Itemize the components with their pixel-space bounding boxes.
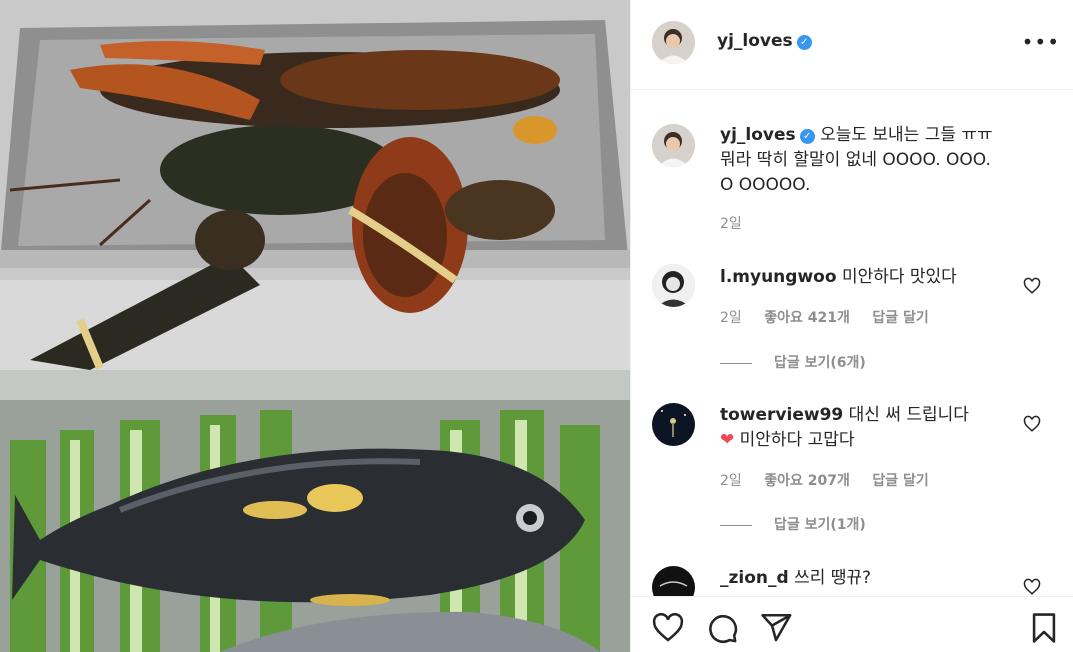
post-header: yj_loves ✓ ••• [631, 0, 1073, 90]
comment-timestamp[interactable]: 2일 [720, 310, 742, 326]
view-replies-label[interactable]: 답글 보기(6개) [774, 355, 866, 371]
comment-like-heart-icon[interactable] [1023, 578, 1041, 596]
paper-plane-icon[interactable] [759, 611, 793, 645]
comment-meta: 2일 좋아요 207개 답글 달기 [720, 470, 947, 490]
verified-badge-icon: ✓ [799, 129, 815, 144]
reply-button[interactable]: 답글 달기 [872, 310, 928, 326]
caption-timestamp[interactable]: 2일 [720, 213, 742, 233]
caption-username[interactable]: yj_loves [720, 125, 796, 145]
reply-button[interactable]: 답글 달기 [872, 473, 928, 489]
verified-badge-icon: ✓ [796, 35, 812, 50]
post-side-panel: yj_loves ✓ ••• yj_loves ✓ 오늘도 보내는 그들 ㅠㅠ 뭐라… [630, 0, 1073, 652]
red-heart-emoji-icon: ❤ [720, 430, 735, 450]
author-username[interactable]: yj_loves ✓ [717, 31, 812, 51]
replies-divider [720, 362, 752, 364]
post-action-bar [631, 596, 1073, 652]
comment-text: towerview99 대신 써 드립니다 ❤ 미안하다 고맙다 [720, 403, 1020, 453]
comment-body: 쓰리 땡뀨? [794, 568, 872, 588]
comment-text: _zion_d 쓰리 땡뀨? [720, 566, 1020, 591]
view-replies-button[interactable]: 답글 보기(1개) [720, 514, 866, 534]
comment-username[interactable]: _zion_d [720, 568, 789, 588]
view-replies-button[interactable]: 답글 보기(6개) [720, 352, 866, 372]
comment-timestamp[interactable]: 2일 [720, 473, 742, 489]
comment-body: 대신 써 드립니다 [848, 405, 969, 425]
comment-like-heart-icon[interactable] [1023, 415, 1041, 433]
caption-line-2: 뭐라 딱히 할말이 없네 OOOO. OOO. [720, 150, 991, 170]
comment-username[interactable]: l.myungwoo [720, 267, 837, 287]
comment-likes-count[interactable]: 좋아요 207개 [764, 473, 850, 489]
commenter-avatar[interactable] [652, 264, 695, 307]
comment-like-heart-icon[interactable] [1023, 277, 1041, 295]
replies-divider [720, 524, 752, 526]
comment-body-line-2: 미안하다 고맙다 [739, 430, 855, 450]
commenter-avatar[interactable] [652, 403, 695, 446]
author-username-text[interactable]: yj_loves [717, 31, 793, 51]
bookmark-icon[interactable] [1027, 611, 1061, 645]
view-replies-label[interactable]: 답글 보기(1개) [774, 517, 866, 533]
caption-line-3: O OOOOO. [720, 175, 811, 195]
post-photo [0, 0, 630, 652]
heart-icon[interactable] [651, 611, 685, 645]
caption-avatar[interactable] [652, 124, 695, 167]
caption-line-1: 오늘도 보내는 그들 ㅠㅠ [820, 125, 993, 145]
caption-text: yj_loves ✓ 오늘도 보내는 그들 ㅠㅠ 뭐라 딱히 할말이 없네 OOO… [720, 123, 1060, 198]
more-options-button[interactable]: ••• [1022, 30, 1060, 54]
comment-text: l.myungwoo 미안하다 맛있다 [720, 265, 1020, 290]
comment-body: 미안하다 맛있다 [841, 267, 957, 287]
author-avatar[interactable] [652, 21, 695, 64]
comment-meta: 2일 좋아요 421개 답글 달기 [720, 307, 947, 327]
comment-icon[interactable] [705, 611, 739, 645]
comment-username[interactable]: towerview99 [720, 405, 843, 425]
comment-likes-count[interactable]: 좋아요 421개 [764, 310, 850, 326]
